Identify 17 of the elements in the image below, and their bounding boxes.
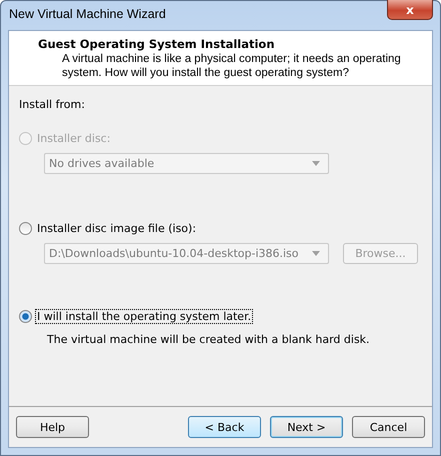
dropdown-arrow-icon — [312, 251, 320, 256]
window-title: New Virtual Machine Wizard — [9, 7, 166, 21]
option-label[interactable]: Installer disc image file (iso): — [36, 222, 198, 235]
close-button[interactable]: x — [387, 0, 433, 20]
section-label: Install from: — [19, 98, 85, 111]
radio-button[interactable] — [19, 222, 32, 235]
dropdown-arrow-icon — [312, 161, 320, 166]
option-label[interactable]: I will install the operating system later. — [36, 310, 252, 323]
page-title: Guest Operating System Installation — [38, 37, 276, 51]
back-button[interactable]: < Back — [188, 416, 261, 438]
iso-path-field[interactable]: D:\Downloads\ubuntu-10.04-desktop-i386.iso — [44, 243, 329, 264]
page-description: A virtual machine is like a physical computer; it needs an operating system. How will you install the guest operating system? — [61, 52, 402, 80]
cancel-button[interactable]: Cancel — [352, 416, 425, 438]
help-button[interactable]: Help — [16, 416, 89, 438]
radio-button[interactable] — [19, 310, 32, 323]
next-button[interactable]: Next > — [270, 416, 343, 438]
option-note: The virtual machine will be created with a blank hard disk. — [47, 333, 370, 346]
